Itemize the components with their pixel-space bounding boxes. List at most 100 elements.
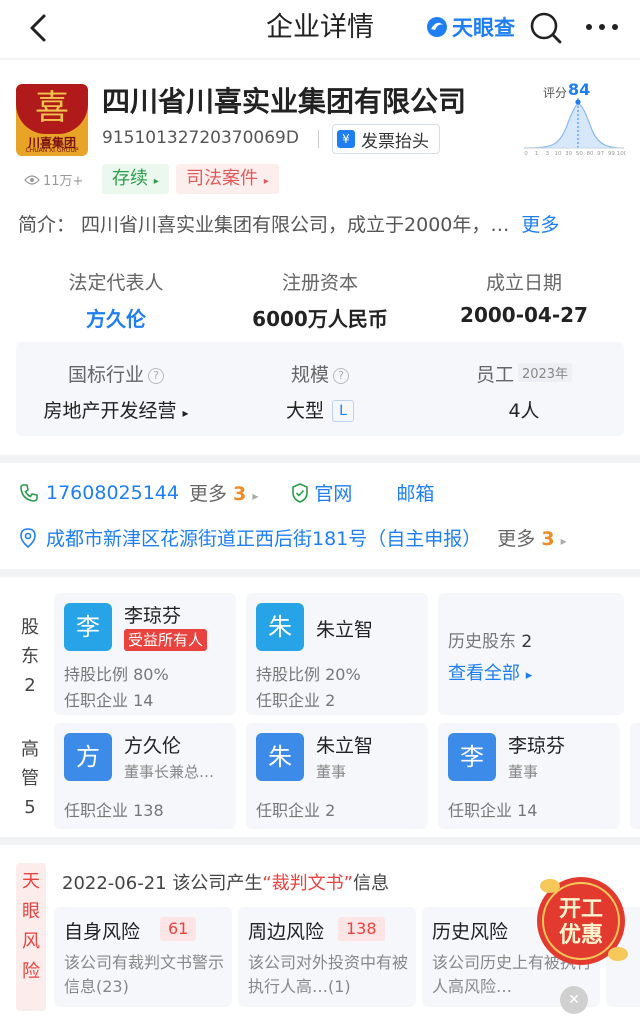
jobs-count: 任职企业 2 [256,801,336,820]
caret-right-icon: ▸ [252,489,259,503]
eye-icon [24,174,40,185]
promo-line-2: 优惠 [559,922,603,948]
intro-more-link[interactable]: 更多 [521,210,559,237]
yuan-icon: ¥ [337,130,355,148]
legal-case-tag[interactable]: 司法案件 ▸ [176,164,279,194]
phone-more-link[interactable]: 更多 3 ▸ [189,479,258,506]
jobs-count: 任职企业 14 [64,691,154,710]
risk-count: 138 [338,917,385,941]
brand-swirl-icon [427,17,447,37]
executives-label[interactable]: 高管 5 [12,735,48,822]
logo-emblem: 喜 [16,84,88,134]
executive-card[interactable]: 方 方久伦 董事长兼总… 任职企业 138 [54,723,236,829]
jobs-count: 任职企业 138 [64,801,164,820]
caret-right-icon: ▸ [560,534,567,548]
score-axis-tick: 100 [617,151,626,156]
divider [318,130,319,148]
company-intro[interactable]: 简介： 四川省川喜实业集团有限公司，成立于2000年，… 更多 [18,210,628,237]
risk-headline[interactable]: 2022-06-21 该公司产生“裁判文书”信息 [62,869,389,895]
top-nav-bar: 企业详情 天眼查 [0,0,640,58]
risk-title: 自身风险 [64,921,141,943]
scale-label-group: 规模? [220,360,420,387]
history-shareholders-card[interactable]: 历史股东 2 查看全部 ▸ [438,593,624,715]
shareholders-count: 2 [24,675,36,696]
intro-text: 四川省川喜实业集团有限公司，成立于2000年，… [81,214,510,236]
avatar: 李 [64,603,112,651]
executive-name: 朱立智 [316,735,374,757]
staff-year-badge: 2023年 [517,363,573,382]
close-icon: ✕ [568,992,580,1008]
shareholder-card[interactable]: 朱 朱立智 持股比例 20% 任职企业 2 [246,593,428,715]
risk-title: 周边风险 [248,921,325,943]
industry-panel: 国标行业? 房地产开发经营 ▸ 规模? 大型 L 员工 2023年 4人 [16,342,624,436]
contact-row-address: 成都市新津区花源街道正西后街181号（自主申报） 更多 3 ▸ [18,524,567,551]
score-axis-tick: 30 [565,151,572,156]
risk-count: 61 [160,917,197,941]
phone-number[interactable]: 17608025144 [46,482,179,504]
shareholders-label[interactable]: 股东 2 [12,613,48,700]
executive-card-peek[interactable] [630,723,640,829]
executive-card[interactable]: 李 李琼芬 董事 任职企业 14 [438,723,620,829]
industry-link[interactable]: 房地产开发经营 ▸ [16,396,216,423]
people-card: 股东 2 李 李琼芬 受益所有人 持股比例 80% 任职企业 14 朱 朱立智 … [0,577,640,837]
score-axis-tick: 1 [535,151,539,156]
scale-badge[interactable]: L [332,400,354,422]
promo-close-button[interactable]: ✕ [560,986,588,1014]
self-risk-card[interactable]: 自身风险 61 该公司有裁判文书警示信息(23) [54,907,232,1007]
view-count: 11万+ [24,170,83,189]
shield-check-icon [292,482,309,503]
history-shareholders-label: 历史股东 2 [448,632,533,652]
legal-rep-label: 法定代表人 [68,272,164,294]
risk-desc: 该公司对外投资中有被执行人高…(1) [248,953,409,996]
executive-role: 董事 [316,763,347,781]
search-button[interactable] [528,10,564,46]
credit-code[interactable]: 91510132720370069D [102,128,299,148]
legal-rep-link[interactable]: 方久伦 [16,303,216,332]
shareholder-name: 李琼芬 [124,605,182,627]
help-icon[interactable]: ? [148,368,164,384]
executive-name: 李琼芬 [508,735,566,757]
brand-name: 天眼查 [452,16,515,40]
search-icon [530,12,562,44]
score-distribution-chart[interactable]: 0 1 3 10 30 50 80 97 99 100 [522,88,626,156]
shareholder-name: 朱立智 [316,619,374,641]
score-axis-tick: 97 [597,151,604,156]
phone-more-count: 3 [233,483,247,505]
contact-row-phone: 17608025144 更多 3 ▸ 官网 邮箱 [18,479,434,506]
founded-label: 成立日期 [485,272,562,294]
founded-value: 2000-04-27 [460,303,588,327]
status-tag[interactable]: 存续 ▸ [102,164,169,194]
avatar: 朱 [256,603,304,651]
promo-badge-icon[interactable]: 开工 优惠 [528,866,634,972]
shareholder-card[interactable]: 李 李琼芬 受益所有人 持股比例 80% 任职企业 14 [54,593,236,715]
view-all-link[interactable]: 查看全部 ▸ [448,659,532,685]
email-link[interactable]: 邮箱 [396,479,434,506]
score-axis-tick: 50 [576,151,583,156]
view-count-text: 11万+ [43,174,84,189]
beneficial-owner-badge: 受益所有人 [124,629,208,651]
avatar: 李 [448,733,496,781]
holding-ratio: 持股比例 20% [256,665,361,684]
contact-card: 17608025144 更多 3 ▸ 官网 邮箱 成都市新津区花源街道正西后街1… [0,463,640,569]
tianyancha-logo: 天眼查 [426,12,515,42]
score-axis-tick: 80 [587,151,594,156]
staff-label-group: 员工 2023年 [424,360,624,387]
executive-name: 方久伦 [124,735,182,757]
address-link[interactable]: 成都市新津区花源街道正西后街181号（自主申报） [46,524,481,551]
risk-side-label[interactable]: 天眼风险 [16,863,46,1011]
jobs-count: 任职企业 2 [256,691,336,710]
help-icon[interactable]: ? [333,368,349,384]
logo-english: CHUAN XI GROUP [25,147,79,154]
invoice-label: 发票抬头 [361,131,429,152]
caret-right-icon: ▸ [525,668,533,683]
invoice-title-button[interactable]: ¥ 发票抬头 [332,124,440,154]
caret-right-icon: ▸ [182,406,189,420]
executive-card[interactable]: 朱 朱立智 董事 任职企业 2 [246,723,428,829]
more-menu-button[interactable] [582,12,622,42]
address-more-count: 3 [541,528,555,550]
address-more-link[interactable]: 更多 3 ▸ [497,524,566,551]
surrounding-risk-card[interactable]: 周边风险 138 该公司对外投资中有被执行人高…(1) [238,907,416,1007]
website-link[interactable]: 官网 [290,479,352,506]
industry-label-group: 国标行业? [16,360,216,387]
back-button[interactable] [22,10,58,46]
